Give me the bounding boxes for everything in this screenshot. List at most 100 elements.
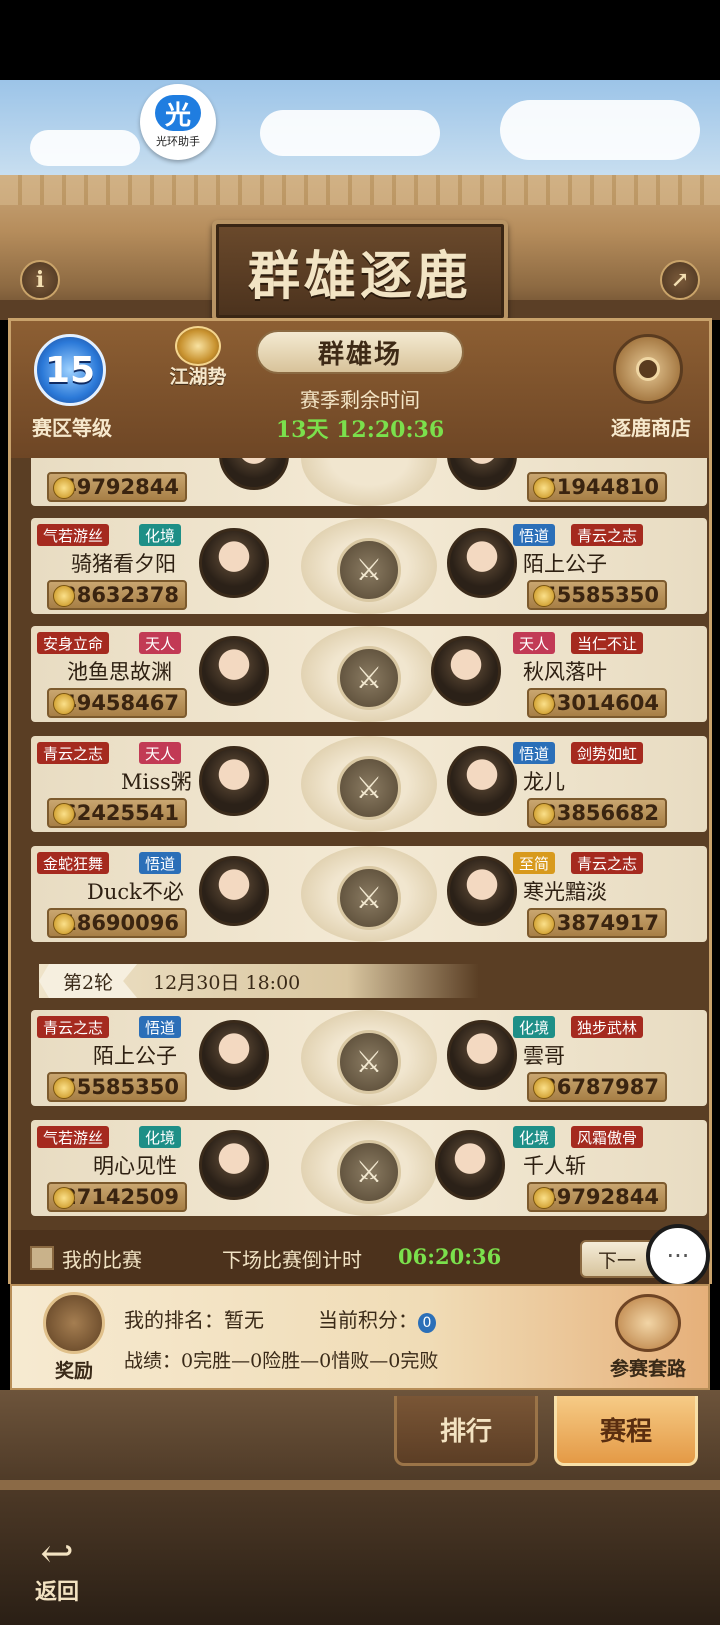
player-realm-tag: 天人 — [139, 742, 182, 764]
coin-icon — [53, 585, 75, 607]
shop-button[interactable] — [600, 334, 696, 414]
season-remaining-label: 赛季剩余时间 — [300, 388, 420, 412]
reward-button[interactable]: 奖励 — [38, 1292, 110, 1386]
player-score: 33856682 — [527, 798, 667, 828]
player-realm-tag: 悟道 — [139, 852, 182, 874]
player-avatar[interactable] — [431, 636, 501, 706]
crossed-swords-icon[interactable]: ⚔ — [337, 646, 401, 710]
player-avatar[interactable] — [447, 746, 517, 816]
jianghu-medal-icon — [175, 326, 221, 366]
jianghu-label: 江湖势 — [169, 366, 227, 388]
match-row[interactable]: ⚔ 气若游丝 化境 骑猪看夕阳 38632378 悟道 青云之志 陌上公子 55… — [31, 514, 707, 614]
match-row[interactable]: ⚔ 青云之志 悟道 陌上公子 55585350 化境 独步武林 雲哥 36787… — [31, 1006, 707, 1106]
player-name: 千人斩 — [523, 1154, 586, 1178]
player-name: 明心见性 — [93, 1154, 177, 1178]
helper-app-badge[interactable]: 光 光环助手 — [140, 84, 216, 160]
match-row[interactable]: ⚔ 安身立命 天人 池鱼思故渊 49458467 天人 当仁不让 秋风落叶 53… — [31, 622, 707, 722]
round-date: 12月30日 18:00 — [153, 971, 301, 994]
player-name: 雲哥 — [523, 1044, 565, 1068]
match-row[interactable]: ⚔ 金蛇狂舞 悟道 Duck不必 18690096 至简 青云之志 寒光黯淡 3… — [31, 842, 707, 942]
player-score: 51944810 — [527, 472, 667, 502]
crossed-swords-icon[interactable]: ⚔ — [337, 1030, 401, 1094]
back-button[interactable]: ↩ 返回 — [22, 1534, 92, 1614]
status-bar — [0, 0, 720, 80]
strategy-guide-label: 参赛套路 — [609, 1358, 686, 1380]
player-avatar[interactable] — [435, 1130, 505, 1200]
player-score: 62425541 — [47, 798, 187, 828]
crossed-swords-icon[interactable]: ⚔ — [337, 1140, 401, 1204]
match-row[interactable]: 49792844 51944810 — [31, 458, 707, 506]
player-title-tag: 独步武林 — [571, 1016, 644, 1038]
player-score: 27142509 — [47, 1182, 187, 1212]
tab-schedule[interactable]: 赛程 — [554, 1396, 698, 1466]
player-realm-tag: 化境 — [513, 1126, 556, 1148]
player-title-tag: 风霜傲骨 — [571, 1126, 644, 1148]
current-score-label: 当前积分： — [318, 1308, 418, 1332]
chat-bubble-icon[interactable]: ··· — [646, 1224, 710, 1288]
cloud — [500, 100, 700, 160]
player-realm-tag: 化境 — [139, 1126, 182, 1148]
player-name: Miss粥 — [121, 770, 192, 794]
my-rank-text: 我的排名：暂无 — [124, 1308, 264, 1332]
player-title-tag: 青云之志 — [37, 742, 110, 764]
coin-icon — [53, 1077, 75, 1099]
coin-icon — [533, 803, 555, 825]
region-level-label: 赛区等级 — [32, 416, 112, 440]
player-avatar[interactable] — [447, 1020, 517, 1090]
next-match-countdown-time: 06:20:36 — [398, 1244, 502, 1269]
player-title-tag: 气若游丝 — [37, 1126, 110, 1148]
round-header: 第2轮 12月30日 18:00 — [39, 964, 479, 998]
player-name: 骑猪看夕阳 — [71, 552, 176, 576]
player-avatar[interactable] — [199, 636, 269, 706]
my-match-label[interactable]: 我的比赛 — [62, 1244, 142, 1273]
player-score: 18690096 — [47, 908, 187, 938]
arena-tag: 群雄场 — [256, 330, 464, 374]
match-list[interactable]: 49792844 51944810 ⚔ 气若游丝 化境 骑猪看夕阳 386323… — [8, 458, 712, 1230]
player-avatar[interactable] — [199, 1130, 269, 1200]
player-title-tag: 当仁不让 — [571, 632, 644, 654]
coin-icon — [533, 913, 555, 935]
coin-icon — [53, 803, 75, 825]
share-icon[interactable]: ↗ — [660, 260, 700, 300]
info-icon[interactable]: i — [20, 260, 60, 300]
crossed-swords-icon[interactable]: ⚔ — [337, 866, 401, 930]
player-avatar[interactable] — [447, 528, 517, 598]
player-avatar[interactable] — [199, 1020, 269, 1090]
player-title-tag: 剑势如虹 — [571, 742, 644, 764]
player-avatar[interactable] — [199, 528, 269, 598]
jianghu-button[interactable]: 江湖势 — [160, 326, 236, 392]
player-score: 49458467 — [47, 688, 187, 718]
region-level-badge[interactable]: 15 — [22, 334, 118, 412]
round-label: 第2轮 — [39, 964, 137, 998]
crossed-swords-icon[interactable]: ⚔ — [337, 538, 401, 602]
coin-icon — [533, 585, 555, 607]
player-avatar[interactable] — [199, 856, 269, 926]
player-title-tag: 青云之志 — [37, 1016, 110, 1038]
match-row[interactable]: ⚔ 青云之志 天人 Miss粥 62425541 悟道 剑势如虹 龙儿 3385… — [31, 732, 707, 832]
player-avatar[interactable] — [199, 746, 269, 816]
player-realm-tag: 天人 — [139, 632, 182, 654]
match-row[interactable]: ⚔ 气若游丝 化境 明心见性 27142509 化境 风霜傲骨 千人斩 4979… — [31, 1116, 707, 1216]
coin-icon — [533, 1077, 555, 1099]
current-score-value: 0 — [418, 1313, 436, 1333]
player-realm-tag: 化境 — [513, 1016, 556, 1038]
player-avatar[interactable] — [447, 856, 517, 926]
player-name: 秋风落叶 — [523, 660, 607, 684]
my-match-checkbox[interactable] — [30, 1246, 54, 1270]
strategy-guide-button[interactable]: 参赛套路 — [596, 1294, 700, 1381]
current-score: 当前积分： 0 — [318, 1304, 436, 1333]
player-realm-tag: 至简 — [513, 852, 556, 874]
tab-ranking[interactable]: 排行 — [394, 1396, 538, 1466]
player-name: 寒光黯淡 — [523, 880, 607, 904]
back-arrow-icon: ↩ — [40, 1531, 74, 1577]
shop-label: 逐鹿商店 — [611, 416, 691, 440]
player-score: 49792844 — [47, 472, 187, 502]
treasure-chest-icon — [43, 1292, 105, 1354]
player-name: 龙儿 — [523, 770, 565, 794]
coin-icon — [533, 477, 555, 499]
player-score: 38632378 — [47, 580, 187, 610]
player-title-tag: 金蛇狂舞 — [37, 852, 110, 874]
crossed-swords-icon[interactable]: ⚔ — [337, 756, 401, 820]
player-title-tag: 青云之志 — [571, 852, 644, 874]
helper-logo-icon: 光 — [155, 95, 201, 131]
